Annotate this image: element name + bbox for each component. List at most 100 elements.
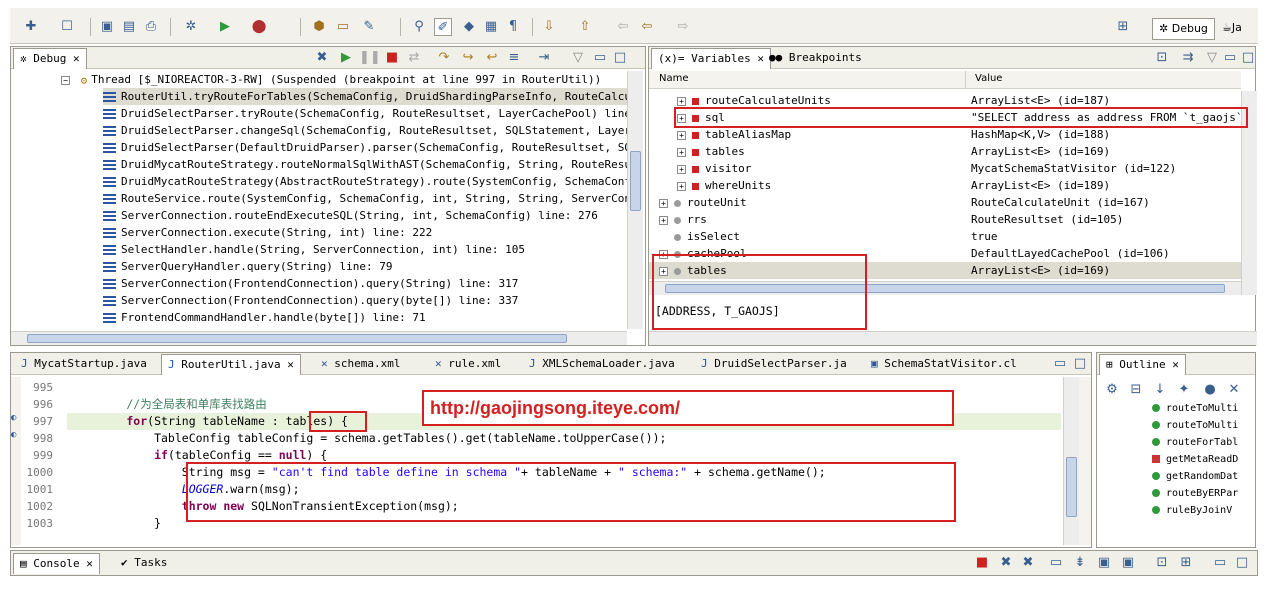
drop-to-frame-icon[interactable]: ≡ xyxy=(505,49,523,67)
remove-launch-icon[interactable]: ✖ xyxy=(997,554,1015,572)
stack-frame[interactable]: ServerConnection.execute(String, int) li… xyxy=(103,224,627,241)
collapse-all-icon[interactable]: ⇉ xyxy=(1179,49,1197,67)
show-type-names-icon[interactable]: ⊡ xyxy=(1153,49,1171,67)
collapse-icon[interactable]: − xyxy=(61,75,70,85)
stack-frame[interactable]: ServerQueryHandler.query(String) line: 7… xyxy=(103,258,627,275)
save-icon[interactable]: ▣ xyxy=(98,18,116,36)
variable-row[interactable]: + whereUnits ArrayList<E> (id=189) xyxy=(649,177,1241,194)
thread-row[interactable]: − ⚙ Thread [$_NIOREACTOR-3-RW] (Suspended… xyxy=(61,71,627,88)
debug-hscroll[interactable] xyxy=(11,331,627,345)
detail-hscroll[interactable] xyxy=(649,331,1257,345)
display-console-icon[interactable]: ▣ xyxy=(1119,554,1137,572)
new-icon[interactable]: ✚ xyxy=(22,18,40,36)
variable-row[interactable]: + rrs RouteResultset (id=105) xyxy=(649,211,1241,228)
remove-all-icon[interactable]: ✖ xyxy=(1019,554,1037,572)
external-tools-icon[interactable]: ⬤ xyxy=(250,18,268,36)
tab-rule-xml[interactable]: ✕ rule.xml xyxy=(429,354,507,375)
view-menu-icon[interactable]: ▽ xyxy=(569,49,587,67)
hide-local-types-icon[interactable]: ✕ xyxy=(1225,381,1243,399)
stack-frame[interactable]: DruidMycatRouteStrategy.routeNormalSqlWi… xyxy=(103,156,627,173)
outline-item[interactable]: routeToMulti xyxy=(1152,400,1246,417)
open-console-icon[interactable]: ⊡ xyxy=(1153,554,1171,572)
tab-breakpoints[interactable]: ●● Breakpoints xyxy=(763,48,868,69)
run-icon[interactable]: ▶ xyxy=(216,18,234,36)
stack-frame[interactable]: FrontendCommandHandler.handle(byte[]) li… xyxy=(103,309,627,326)
print-icon[interactable]: ⎙ xyxy=(142,18,160,36)
variable-row[interactable]: + visitor MycatSchemaStatVisitor (id=122) xyxy=(649,160,1241,177)
prev-annotation-icon[interactable]: ⇧ xyxy=(576,18,594,36)
tab-mycatstartup[interactable]: J MycatStartup.java xyxy=(15,354,153,375)
maximize-icon[interactable]: □ xyxy=(1071,355,1089,373)
stack-frame[interactable]: DruidSelectParser.tryRoute(SchemaConfig,… xyxy=(103,105,627,122)
next-annotation-icon[interactable]: ⇩ xyxy=(540,18,558,36)
close-icon[interactable]: ✕ xyxy=(86,557,93,570)
step-into-icon[interactable]: ↷ xyxy=(435,49,453,67)
expand-icon[interactable]: + xyxy=(677,181,686,191)
terminate-icon[interactable]: ■ xyxy=(383,49,401,67)
scroll-lock-icon[interactable]: ⇟ xyxy=(1071,554,1089,572)
expand-icon[interactable]: + xyxy=(677,147,686,157)
block-selection-icon[interactable]: ▦ xyxy=(482,18,500,36)
step-filters-icon[interactable]: ⇥ xyxy=(535,49,553,67)
stack-frame[interactable]: ServerConnection.routeEndExecuteSQL(Stri… xyxy=(103,207,627,224)
step-return-icon[interactable]: ↩ xyxy=(483,49,501,67)
expand-icon[interactable]: + xyxy=(677,130,686,140)
hide-nonpublic-icon[interactable]: ● xyxy=(1201,381,1219,399)
tab-outline[interactable]: ⊞ Outline ✕ xyxy=(1099,354,1186,375)
expand-icon[interactable]: + xyxy=(677,164,686,174)
close-icon[interactable]: ✕ xyxy=(1172,358,1179,371)
debug-vscroll[interactable] xyxy=(627,71,643,329)
stack-frame[interactable]: SelectHandler.handle(String, ServerConne… xyxy=(103,241,627,258)
variable-row[interactable]: isSelect true xyxy=(649,228,1241,245)
close-icon[interactable]: ✕ xyxy=(287,358,294,371)
open-perspective-icon[interactable]: ⊞ xyxy=(1114,18,1132,36)
sort-icon[interactable]: ↓ xyxy=(1151,381,1169,399)
tab-schemastatvisitor[interactable]: ▣ SchemaStatVisitor.cl xyxy=(865,354,1023,375)
outline-item[interactable]: getRandomDat xyxy=(1152,468,1246,485)
outline-item[interactable]: ruleByJoinV xyxy=(1152,502,1246,519)
view-menu-icon[interactable]: ▽ xyxy=(1203,49,1221,67)
tab-druidselectparser[interactable]: J DruidSelectParser.ja xyxy=(695,354,853,375)
save-all-icon[interactable]: ▤ xyxy=(120,18,138,36)
minimize-icon[interactable]: ▭ xyxy=(1211,554,1229,572)
mark-icon[interactable]: ◆ xyxy=(460,18,478,36)
terminate-icon[interactable]: ■ xyxy=(973,554,991,572)
stack-frame[interactable]: RouteService.route(SystemConfig, SchemaC… xyxy=(103,190,627,207)
tab-routerutil[interactable]: J RouterUtil.java ✕ xyxy=(161,354,301,375)
outline-item[interactable]: routeForTabl xyxy=(1152,434,1246,451)
last-edit-icon[interactable]: ⇦ xyxy=(614,18,632,36)
hide-static-icon[interactable]: ✦ xyxy=(1175,381,1193,399)
step-over-icon[interactable]: ↪ xyxy=(459,49,477,67)
clear-console-icon[interactable]: ▭ xyxy=(1047,554,1065,572)
collapse-icon[interactable]: ⊟ xyxy=(1127,381,1145,399)
pin-console-icon[interactable]: ▣ xyxy=(1095,554,1113,572)
maximize-icon[interactable]: □ xyxy=(611,49,629,67)
close-icon[interactable]: ✕ xyxy=(73,52,80,65)
stack-frame[interactable]: DruidSelectParser(DefaultDruidParser).pa… xyxy=(103,139,627,156)
expand-icon[interactable]: + xyxy=(659,198,668,208)
expand-icon[interactable]: + xyxy=(677,96,686,106)
tab-variables[interactable]: (x)= Variables ✕ xyxy=(651,48,771,69)
variable-row[interactable]: + routeUnit RouteCalculateUnit (id=167) xyxy=(649,194,1241,211)
code-line[interactable]: TableConfig tableConfig = schema.getTabl… xyxy=(71,430,666,447)
editor-vscroll[interactable] xyxy=(1063,377,1079,545)
tab-xmlschemaloader[interactable]: J XMLSchemaLoader.java xyxy=(523,354,681,375)
new-console-icon[interactable]: ⊞ xyxy=(1177,554,1195,572)
stack-frame[interactable]: RouterUtil.tryRouteForTables(SchemaConfi… xyxy=(103,88,627,105)
tab-console[interactable]: ▤ Console ✕ xyxy=(13,553,100,574)
open-folder-icon[interactable]: ▭ xyxy=(334,18,352,36)
disconnect-icon[interactable]: ⇄ xyxy=(405,49,423,67)
tab-schema-xml[interactable]: ✕ schema.xml xyxy=(315,354,406,375)
perspective-java[interactable]: ☕Ja xyxy=(1216,18,1248,40)
forward-icon[interactable]: ⇨ xyxy=(674,18,692,36)
debug-icon[interactable]: ✲ xyxy=(182,18,200,36)
open-type-icon[interactable]: ⬢ xyxy=(310,18,328,36)
remove-terminated-icon[interactable]: ✖ xyxy=(313,49,331,67)
maximize-icon[interactable]: □ xyxy=(1239,49,1257,67)
stack-frame[interactable]: ServerConnection(FrontendConnection).que… xyxy=(103,292,627,309)
expand-icon[interactable]: + xyxy=(659,215,668,225)
minimize-icon[interactable]: ▭ xyxy=(1221,49,1239,67)
outline-item[interactable]: getMetaReadD xyxy=(1152,451,1246,468)
wand-icon[interactable]: ✎ xyxy=(360,18,378,36)
show-whitespace-icon[interactable]: ¶ xyxy=(504,18,522,36)
